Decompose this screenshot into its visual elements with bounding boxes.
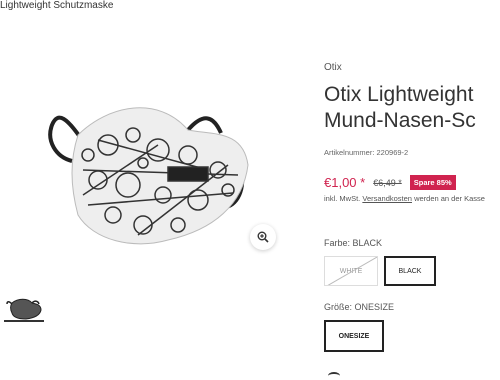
current-price: €1,00 *: [324, 175, 366, 190]
tax-info: inkl. MwSt. Versandkosten werden an der …: [324, 194, 485, 203]
article-number: Artikelnummer: 220969-2: [324, 148, 409, 157]
color-option-white[interactable]: WHITE: [324, 256, 378, 286]
zoom-button[interactable]: [250, 224, 276, 250]
product-image-mask[interactable]: [38, 75, 258, 265]
breadcrumb[interactable]: Lightweight Schutzmaske: [0, 0, 113, 11]
price-row: €1,00 * €6,49 * Spare 85%: [324, 175, 456, 190]
size-option-onesize[interactable]: ONESIZE: [324, 320, 384, 352]
product-title-line-2: Mund-Nasen-Sc: [324, 109, 476, 132]
color-label: Farbe: BLACK: [324, 238, 383, 248]
tax-prefix: inkl. MwSt.: [324, 194, 361, 203]
color-option-black[interactable]: BLACK: [384, 256, 436, 286]
product-title-line-1: Otix Lightweight: [324, 83, 474, 106]
product-gallery: [0, 20, 300, 380]
product-title: Otix Lightweight Mund-Nasen-Sc: [324, 82, 500, 134]
size-option-label: ONESIZE: [338, 332, 370, 340]
sale-badge: Spare 85%: [409, 175, 456, 190]
product-info: Otix Otix Lightweight Mund-Nasen-Sc Arti…: [324, 0, 500, 380]
tax-suffix: werden an der Kasse: [414, 194, 485, 203]
more-content-indicator: [328, 372, 340, 380]
thumbnail-active-indicator: [4, 320, 44, 322]
product-brand[interactable]: Otix: [324, 62, 342, 73]
product-thumbnail[interactable]: [4, 295, 44, 321]
color-option-label: BLACK: [398, 267, 422, 275]
old-price: €6,49 *: [373, 177, 402, 188]
shipping-costs-link[interactable]: Versandkosten: [362, 194, 412, 203]
zoom-in-icon: [257, 231, 269, 243]
size-label: Größe: ONESIZE: [324, 302, 395, 312]
unavailable-strike: [325, 257, 377, 285]
